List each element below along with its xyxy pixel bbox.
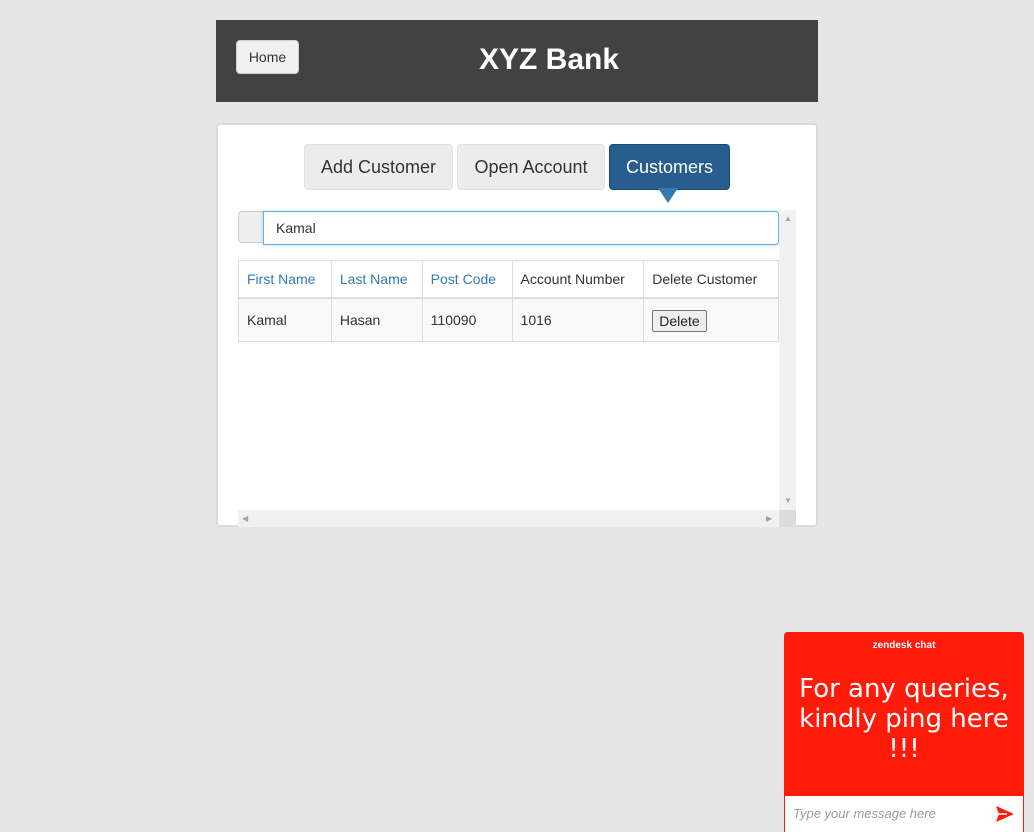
- tab-customers[interactable]: Customers: [609, 144, 730, 190]
- page: Home XYZ Bank Add Customer Open Account …: [0, 0, 1034, 832]
- cell-account-number: 1016: [511, 297, 645, 342]
- tab-open-account[interactable]: Open Account: [457, 144, 605, 190]
- search-addon: [238, 211, 264, 243]
- cell-last-name: Hasan: [330, 297, 423, 342]
- scrollbar-corner: [779, 510, 796, 527]
- search-customer-input[interactable]: [263, 211, 779, 245]
- table-row: Kamal Hasan 110090 1016 Delete: [238, 297, 779, 342]
- vertical-scrollbar[interactable]: ▲ ▼: [779, 210, 796, 510]
- chat-brand-logo: zendesk chat: [872, 640, 936, 651]
- column-header-last-name[interactable]: Last Name: [330, 260, 423, 299]
- send-icon[interactable]: [995, 805, 1015, 823]
- scroll-up-icon[interactable]: ▲: [784, 215, 792, 223]
- column-header-account-number: Account Number: [511, 260, 645, 299]
- tab-add-customer[interactable]: Add Customer: [304, 144, 453, 190]
- chat-widget[interactable]: zendesk chat For any queries, kindly pin…: [784, 632, 1024, 832]
- main-panel: Add Customer Open Account Customers Firs…: [216, 123, 818, 527]
- active-tab-indicator: [658, 188, 678, 203]
- customers-table: First Name Last Name Post Code Account N…: [238, 260, 779, 342]
- chat-greeting: For any queries, kindly ping here !!!: [799, 674, 1009, 764]
- header-bar: Home XYZ Bank: [216, 20, 818, 102]
- scroll-down-icon[interactable]: ▼: [784, 497, 792, 505]
- scroll-right-icon[interactable]: ▶: [766, 515, 772, 523]
- cell-post-code: 110090: [421, 297, 513, 342]
- column-header-first-name[interactable]: First Name: [238, 260, 332, 299]
- delete-customer-button[interactable]: Delete: [652, 309, 707, 332]
- bank-title: XYZ Bank: [479, 43, 620, 76]
- chat-input-row: Type your message here: [785, 796, 1023, 832]
- customers-scroll-area: First Name Last Name Post Code Account N…: [238, 210, 798, 526]
- column-header-post-code[interactable]: Post Code: [421, 260, 513, 299]
- chat-message-input[interactable]: Type your message here: [793, 806, 973, 821]
- cell-delete: Delete: [643, 297, 779, 342]
- horizontal-scrollbar[interactable]: ◀ ▶: [238, 510, 779, 527]
- scroll-left-icon[interactable]: ◀: [242, 515, 248, 523]
- table-header-row: First Name Last Name Post Code Account N…: [238, 260, 779, 299]
- cell-first-name: Kamal: [238, 297, 332, 342]
- column-header-delete-customer: Delete Customer: [643, 260, 779, 299]
- home-button[interactable]: Home: [236, 40, 299, 74]
